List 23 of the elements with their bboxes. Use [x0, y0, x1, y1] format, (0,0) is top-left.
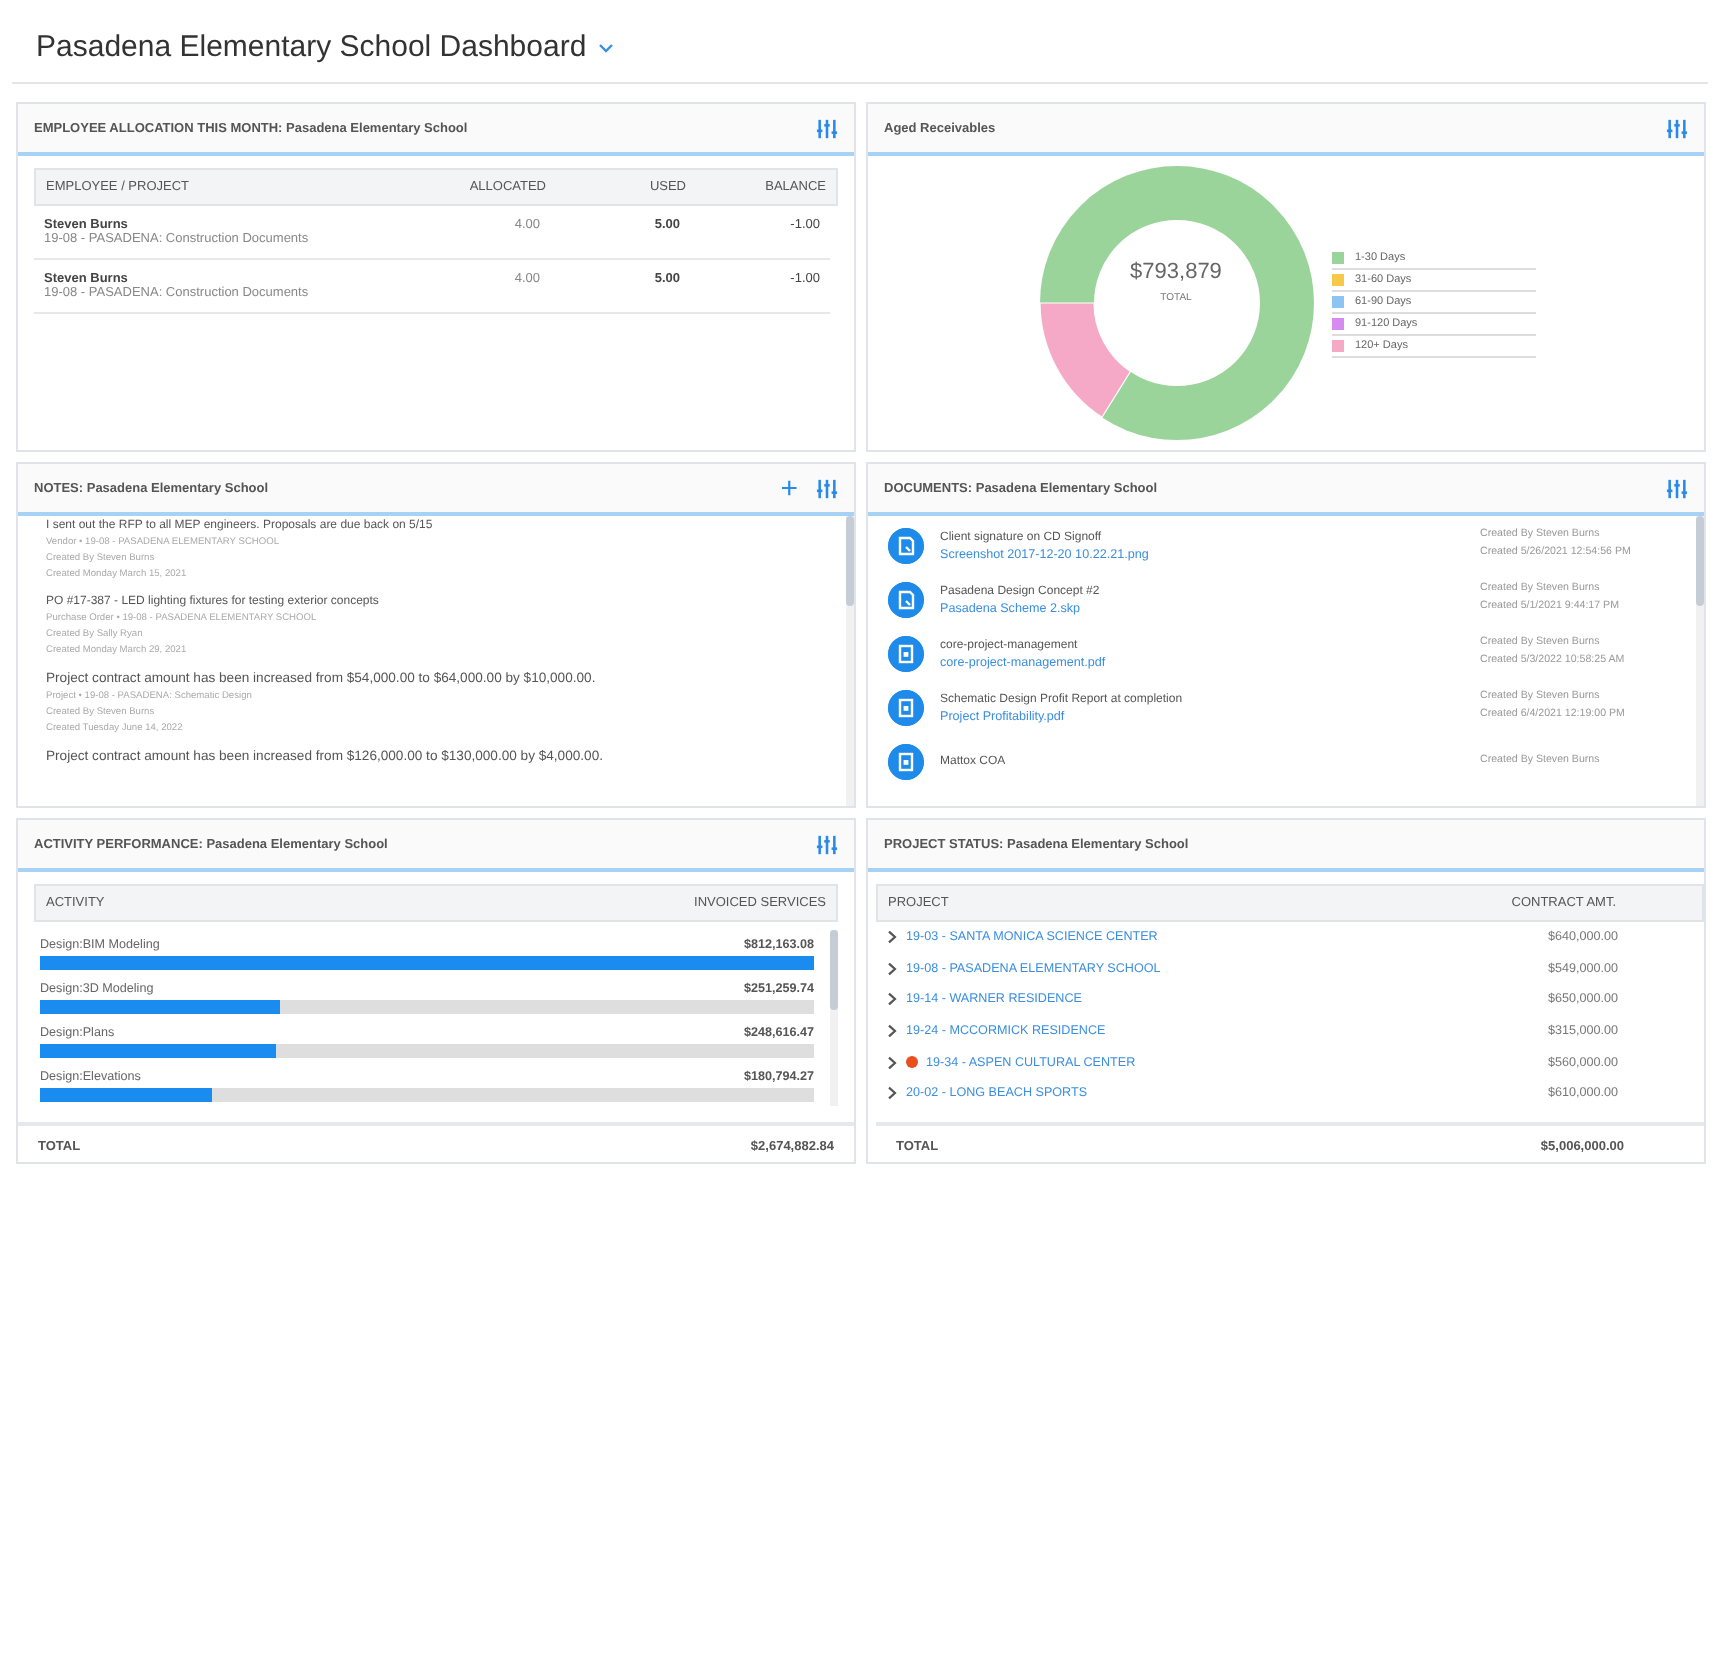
add-icon[interactable]: +: [780, 473, 798, 503]
document-icon: [888, 636, 924, 672]
scrollbar[interactable]: [846, 516, 854, 606]
settings-icon[interactable]: [1666, 477, 1688, 499]
chevron-right-icon[interactable]: [886, 1055, 898, 1070]
chevron-down-icon[interactable]: [598, 41, 615, 53]
chevron-right-icon[interactable]: [886, 961, 898, 976]
page-title: Pasadena Elementary School Dashboard: [36, 30, 587, 64]
document-icon: [888, 690, 924, 726]
settings-icon[interactable]: [816, 833, 838, 855]
document-icon: [888, 528, 924, 564]
document-icon: [888, 744, 924, 780]
scrollbar[interactable]: [830, 930, 838, 1010]
document-icon: [888, 582, 924, 618]
settings-icon[interactable]: [816, 117, 838, 139]
settings-icon[interactable]: [1666, 117, 1688, 139]
chevron-right-icon[interactable]: [886, 1086, 898, 1101]
settings-icon[interactable]: [816, 477, 838, 499]
chevron-right-icon[interactable]: [886, 992, 898, 1007]
chevron-right-icon[interactable]: [886, 930, 898, 945]
total-amount: $793,879: [1128, 260, 1224, 284]
chevron-right-icon[interactable]: [886, 1024, 898, 1039]
scrollbar[interactable]: [1696, 516, 1704, 606]
